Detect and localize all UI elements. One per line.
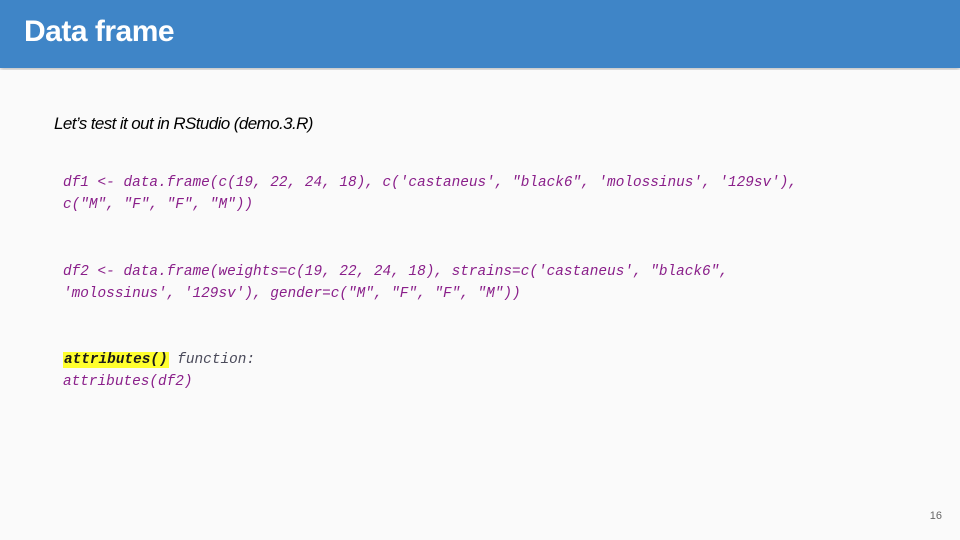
code-line: 'molossinus', '129sv'), gender=c("M", "F… (63, 286, 521, 302)
code-block-df2: df2 <- data.frame(weights=c(19, 22, 24, … (63, 261, 728, 305)
slide-subtitle: Let’s test it out in RStudio (demo.3.R) (54, 114, 313, 133)
code-line: c("M", "F", "F", "M")) (63, 197, 253, 213)
page-number: 16 (929, 510, 942, 522)
code-line: df2 <- data.frame(weights=c(19, 22, 24, … (63, 264, 728, 280)
code-line: attributes(df2) (63, 374, 193, 390)
slide-title: Data frame (24, 15, 175, 48)
highlighted-function: attributes() (63, 352, 169, 368)
code-block-attributes: attributes() function: attributes(df2) (63, 349, 255, 393)
code-text: function: (168, 352, 255, 368)
slide-header: Data frame (0, 0, 960, 68)
slide-body (0, 70, 960, 540)
code-block-df1: df1 <- data.frame(c(19, 22, 24, 18), c('… (63, 172, 797, 216)
code-line: df1 <- data.frame(c(19, 22, 24, 18), c('… (63, 175, 798, 191)
